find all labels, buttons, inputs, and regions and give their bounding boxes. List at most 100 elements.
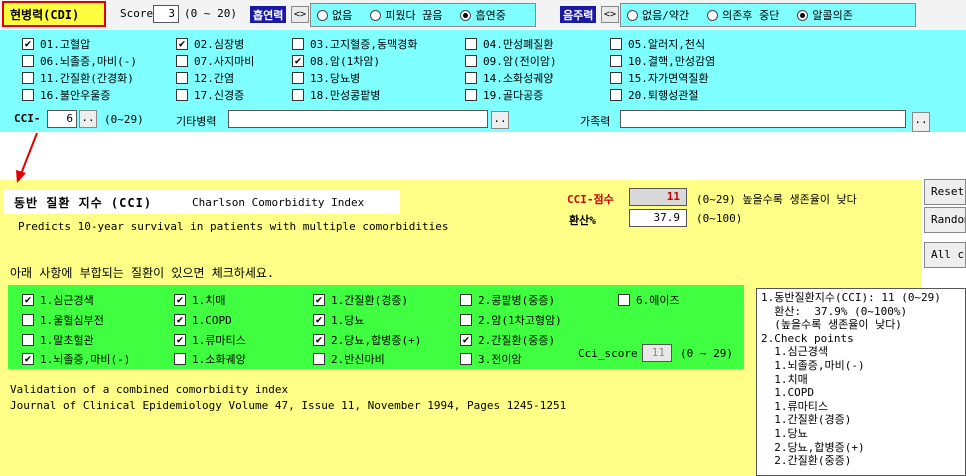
checkbox-icon[interactable] (465, 38, 477, 50)
checkbox-item[interactable]: 14.소화성궤양 (465, 70, 553, 86)
checkbox-icon[interactable]: ✔ (313, 314, 325, 326)
checkbox-icon[interactable] (460, 314, 472, 326)
checkbox-icon[interactable] (176, 55, 188, 67)
checkbox-item[interactable]: 20.퇴행성관절 (610, 87, 698, 103)
cci-dots-button[interactable]: .. (79, 110, 97, 128)
radio-icon[interactable] (370, 9, 382, 21)
checkbox-icon[interactable] (22, 89, 34, 101)
checkbox-icon[interactable] (292, 38, 304, 50)
checkbox-item[interactable]: ✔ 1.간질환(경증) (313, 292, 408, 308)
checkbox-item[interactable]: 11.간질환(간경화) (22, 70, 134, 86)
checkbox-icon[interactable]: ✔ (460, 334, 472, 346)
checkbox-icon[interactable] (292, 89, 304, 101)
radio-icon[interactable] (627, 9, 638, 21)
checkbox-icon[interactable] (460, 294, 472, 306)
checkbox-item[interactable]: ✔ 1.뇌졸증,마비(-) (22, 351, 130, 367)
checkbox-icon[interactable] (610, 55, 622, 67)
checkbox-label: 1.COPD (192, 313, 232, 327)
checkbox-icon[interactable] (465, 89, 477, 101)
checkbox-item[interactable]: 16.불안우울증 (22, 87, 110, 103)
reset-button[interactable]: Reset (924, 179, 966, 205)
drinking-swap-button[interactable]: <> (601, 6, 619, 23)
checkbox-icon[interactable] (174, 353, 186, 365)
checkbox-icon[interactable]: ✔ (313, 334, 325, 346)
checkbox-item[interactable]: 1.소화궤양 (174, 351, 246, 367)
radio-option[interactable]: 의존후 중단 (707, 7, 779, 23)
checkbox-item[interactable]: ✔ 1.심근경색 (22, 292, 94, 308)
checkbox-item[interactable]: ✔ 1.류마티스 (174, 332, 246, 348)
result-textbox[interactable]: 1.동반질환지수(CCI): 11 (0~29) 환산: 37.9% (0~10… (756, 288, 966, 476)
checkbox-icon[interactable]: ✔ (292, 55, 304, 67)
checkbox-item[interactable]: 05.알러지,천식 (610, 36, 705, 52)
checkbox-item[interactable]: 19.골다공증 (465, 87, 543, 103)
checkbox-item[interactable]: 12.간염 (176, 70, 234, 86)
checkbox-item[interactable]: 2.반신마비 (313, 351, 385, 367)
checkbox-item[interactable]: ✔ 1.COPD (174, 312, 232, 328)
smoking-swap-button[interactable]: <> (291, 6, 309, 23)
checkbox-item[interactable]: 09.암(전이암) (465, 53, 557, 69)
cci-input[interactable]: 6 (47, 110, 77, 128)
checkbox-icon[interactable] (465, 72, 477, 84)
radio-icon[interactable] (797, 9, 809, 21)
checkbox-icon[interactable] (22, 55, 34, 67)
checkbox-item[interactable]: ✔ 01.고혈압 (22, 36, 90, 52)
checkbox-icon[interactable] (176, 72, 188, 84)
checkbox-icon[interactable] (176, 89, 188, 101)
checkbox-item[interactable]: 2.암(1차고형암) (460, 312, 562, 328)
radio-option[interactable]: 없음 (317, 7, 352, 23)
checkbox-icon[interactable] (22, 314, 34, 326)
radio-icon[interactable] (707, 9, 719, 21)
radio-option[interactable]: 피웠다 끊음 (370, 7, 442, 23)
checkbox-icon[interactable]: ✔ (174, 334, 186, 346)
checkbox-icon[interactable] (292, 72, 304, 84)
checkbox-item[interactable]: 10.결핵,만성감염 (610, 53, 715, 69)
checkbox-icon[interactable] (618, 294, 630, 306)
family-history-dots-button[interactable]: .. (912, 112, 930, 132)
checkbox-item[interactable]: 07.사지마비 (176, 53, 254, 69)
checkbox-icon[interactable]: ✔ (174, 314, 186, 326)
checkbox-item[interactable]: 06.뇌졸증,마비(-) (22, 53, 137, 69)
checkbox-icon[interactable] (460, 353, 472, 365)
other-history-dots-button[interactable]: .. (491, 111, 509, 129)
checkbox-icon[interactable] (610, 72, 622, 84)
checkbox-item[interactable]: 18.만성콩팥병 (292, 87, 380, 103)
radio-option[interactable]: 흡연중 (460, 7, 506, 23)
checkbox-icon[interactable] (313, 353, 325, 365)
checkbox-item[interactable]: ✔ 2.당뇨,합병증(+) (313, 332, 421, 348)
checkbox-icon[interactable] (465, 55, 477, 67)
checkbox-icon[interactable] (22, 72, 34, 84)
other-history-input[interactable] (228, 110, 488, 128)
checkbox-item[interactable]: ✔ 08.암(1차암) (292, 53, 380, 69)
all-clear-button[interactable]: All clear (924, 242, 966, 268)
score-input[interactable]: 3 (153, 5, 179, 23)
random-button[interactable]: Random (924, 207, 966, 233)
checkbox-item[interactable]: ✔ 2.간질환(중증) (460, 332, 555, 348)
checkbox-item[interactable]: ✔ 1.당뇨 (313, 312, 365, 328)
family-history-input[interactable] (620, 110, 906, 128)
checkbox-item[interactable]: ✔ 02.심장병 (176, 36, 244, 52)
checkbox-item[interactable]: 03.고지혈증,동맥경화 (292, 36, 417, 52)
checkbox-item[interactable]: 1.말초혈관 (22, 332, 94, 348)
checkbox-item[interactable]: 04.만성폐질환 (465, 36, 553, 52)
checkbox-item[interactable]: 13.당뇨병 (292, 70, 360, 86)
checkbox-item[interactable]: ✔ 1.치매 (174, 292, 226, 308)
radio-icon[interactable] (317, 9, 328, 21)
checkbox-item[interactable]: 6.에이즈 (618, 292, 680, 308)
checkbox-icon[interactable]: ✔ (22, 38, 34, 50)
checkbox-icon[interactable]: ✔ (22, 294, 34, 306)
checkbox-item[interactable]: 17.신경증 (176, 87, 244, 103)
radio-icon[interactable] (460, 9, 472, 21)
checkbox-icon[interactable] (22, 334, 34, 346)
checkbox-icon[interactable]: ✔ (313, 294, 325, 306)
checkbox-icon[interactable]: ✔ (174, 294, 186, 306)
checkbox-item[interactable]: 15.자가면역질환 (610, 70, 709, 86)
checkbox-item[interactable]: 2.콩팥병(중증) (460, 292, 555, 308)
checkbox-icon[interactable] (610, 38, 622, 50)
checkbox-item[interactable]: 1.울혈심부전 (22, 312, 104, 328)
checkbox-icon[interactable]: ✔ (22, 353, 34, 365)
checkbox-item[interactable]: 3.전이암 (460, 351, 522, 367)
radio-option[interactable]: 없음/약간 (627, 7, 689, 23)
checkbox-icon[interactable] (610, 89, 622, 101)
checkbox-icon[interactable]: ✔ (176, 38, 188, 50)
radio-option[interactable]: 알콜의존 (797, 7, 853, 23)
